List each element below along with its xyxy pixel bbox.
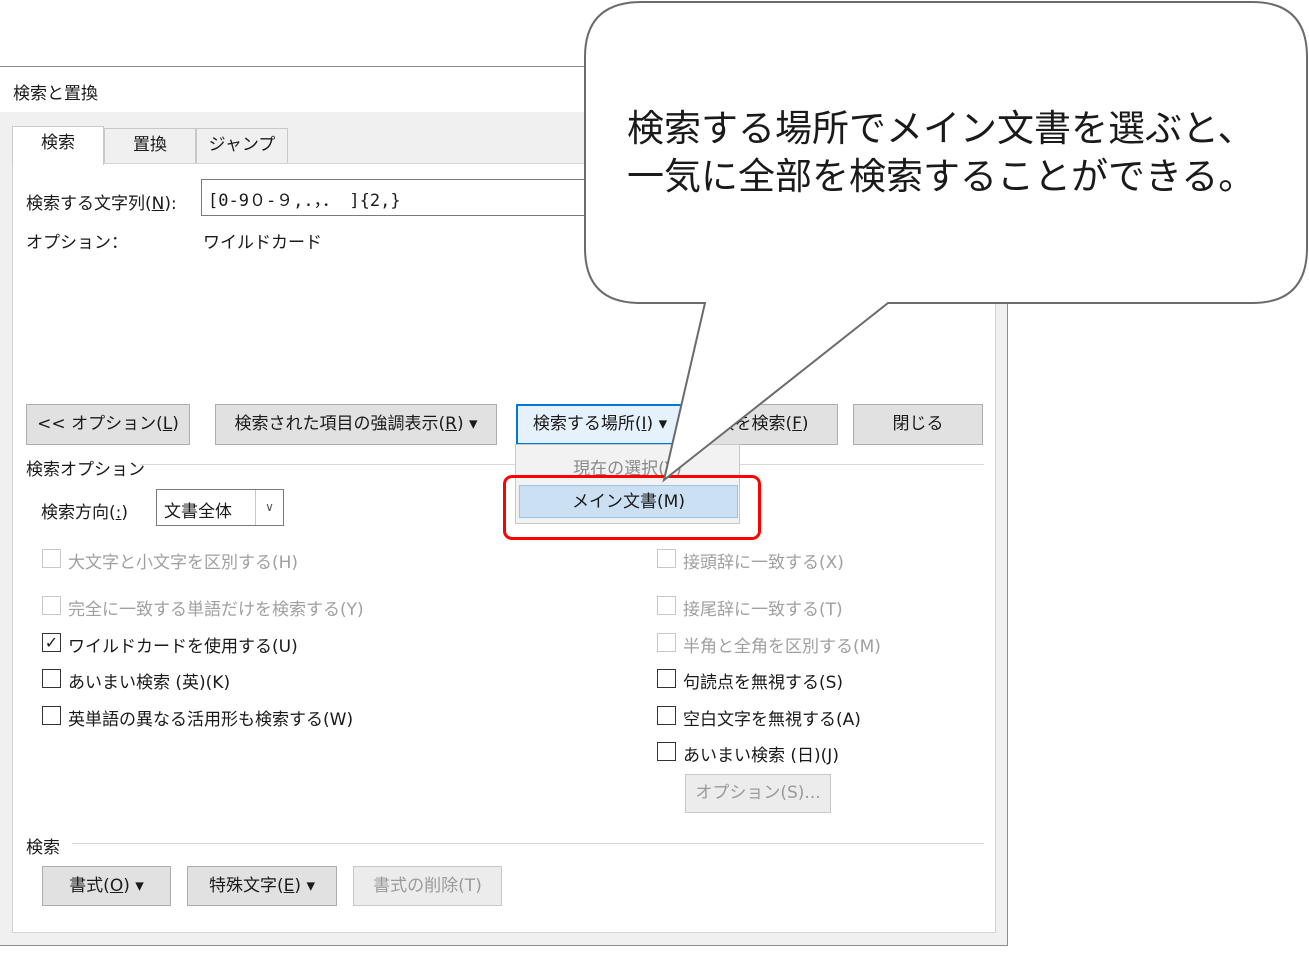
callout-line-1: 検索する場所でメイン文書を選ぶと、 xyxy=(627,107,1255,150)
callout-line-2: 一気に全部を検索することができる。 xyxy=(627,155,1256,198)
callout-text: 検索する場所でメイン文書を選ぶと、 一気に全部を検索することができる。 xyxy=(627,105,1255,201)
